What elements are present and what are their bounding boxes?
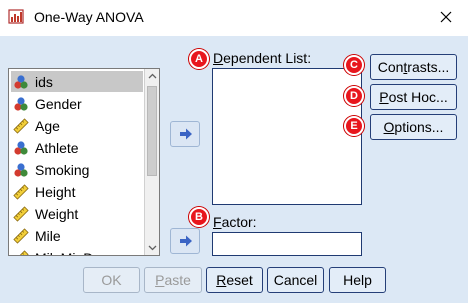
window-title: One-Way ANOVA <box>34 9 144 25</box>
reset-label-mnemonic: R <box>216 272 227 288</box>
annotation-badge-b: B <box>189 207 209 227</box>
paste-label-rest: aste <box>164 272 191 288</box>
reset-label-rest: eset <box>226 272 253 288</box>
options-label-mnemonic: O <box>383 119 395 135</box>
move-to-dependent-button[interactable] <box>170 121 200 147</box>
variable-list[interactable]: ids Gender Age Athlete Smoking Height Weight Mi… <box>8 68 160 256</box>
factor-label-rest: actor: <box>221 214 257 230</box>
annotation-badge-a: A <box>189 49 209 69</box>
variable-label: MileMinDur <box>35 250 106 256</box>
dependent-list-box[interactable] <box>212 68 362 205</box>
annotation-badge-d: D <box>344 86 364 106</box>
scale-ruler-icon <box>13 249 29 255</box>
scale-ruler-icon <box>13 117 29 134</box>
scale-ruler-icon <box>13 205 29 222</box>
variable-list-item[interactable]: Smoking <box>11 159 143 180</box>
scroll-down-button[interactable] <box>145 240 159 255</box>
variable-label: Weight <box>35 205 79 222</box>
dependent-list-label: Dependent List: <box>213 50 311 66</box>
contrasts-button[interactable]: Con t rasts... <box>370 54 457 80</box>
chevron-down-icon <box>148 245 157 251</box>
variable-label: Athlete <box>35 139 79 156</box>
help-button[interactable]: Help <box>329 267 386 293</box>
variable-list-item[interactable]: Age <box>11 115 143 136</box>
contrasts-label-rest: rasts... <box>407 59 450 75</box>
paste-button[interactable]: Paste <box>144 267 202 293</box>
title-bar: One-Way ANOVA <box>0 0 468 36</box>
variable-label: Mile <box>35 227 61 244</box>
ok-button[interactable]: OK <box>83 267 140 293</box>
scroll-up-button[interactable] <box>145 69 159 84</box>
scroll-thumb[interactable] <box>147 86 157 176</box>
post-hoc-button[interactable]: Post Hoc... <box>370 84 457 110</box>
scale-ruler-icon <box>13 227 29 244</box>
arrow-right-icon <box>180 128 192 140</box>
paste-label-mnemonic: P <box>155 272 165 288</box>
nominal-icon <box>14 74 28 89</box>
variable-label: Height <box>35 183 76 200</box>
close-icon[interactable] <box>432 4 460 30</box>
nominal-icon <box>14 162 28 177</box>
factor-label: Factor: <box>213 214 257 230</box>
variable-list-item[interactable]: Height <box>11 181 143 202</box>
annotation-badge-c: C <box>344 55 364 75</box>
variable-list-item[interactable]: Mile <box>11 225 143 246</box>
variable-label: Gender <box>35 95 82 112</box>
move-to-factor-button[interactable] <box>170 228 200 254</box>
variable-list-item[interactable]: Gender <box>11 93 143 114</box>
variable-list-scrollbar[interactable] <box>144 69 159 255</box>
variable-list-item[interactable]: ids <box>11 71 143 92</box>
dependent-list-label-mnemonic: D <box>213 50 224 66</box>
contrasts-label-pre: Con <box>377 59 404 75</box>
variable-list-item[interactable]: Athlete <box>11 137 143 158</box>
chevron-up-icon <box>148 73 157 79</box>
options-label-rest: ptions... <box>394 119 444 135</box>
arrow-right-icon <box>180 235 192 247</box>
reset-button[interactable]: Reset <box>206 267 263 293</box>
scale-ruler-icon <box>13 183 29 200</box>
annotation-badge-e: E <box>344 116 364 136</box>
dependent-list-label-rest: ependent List: <box>223 50 312 66</box>
variable-list-item[interactable]: Weight <box>11 203 143 224</box>
variable-label: Smoking <box>35 161 90 178</box>
post-hoc-label-rest: ost Hoc... <box>388 89 448 105</box>
variable-label: ids <box>35 73 53 90</box>
nominal-icon <box>14 140 28 155</box>
post-hoc-label-mnemonic: P <box>379 89 389 105</box>
factor-label-mnemonic: F <box>213 214 222 230</box>
options-button[interactable]: Options... <box>370 114 457 140</box>
factor-field[interactable] <box>212 232 362 256</box>
nominal-icon <box>14 96 28 111</box>
anova-dialog-icon <box>8 9 24 24</box>
variable-list-item[interactable]: MileMinDur <box>11 247 143 256</box>
variable-label: Age <box>35 117 60 134</box>
cancel-button[interactable]: Cancel <box>267 267 324 293</box>
